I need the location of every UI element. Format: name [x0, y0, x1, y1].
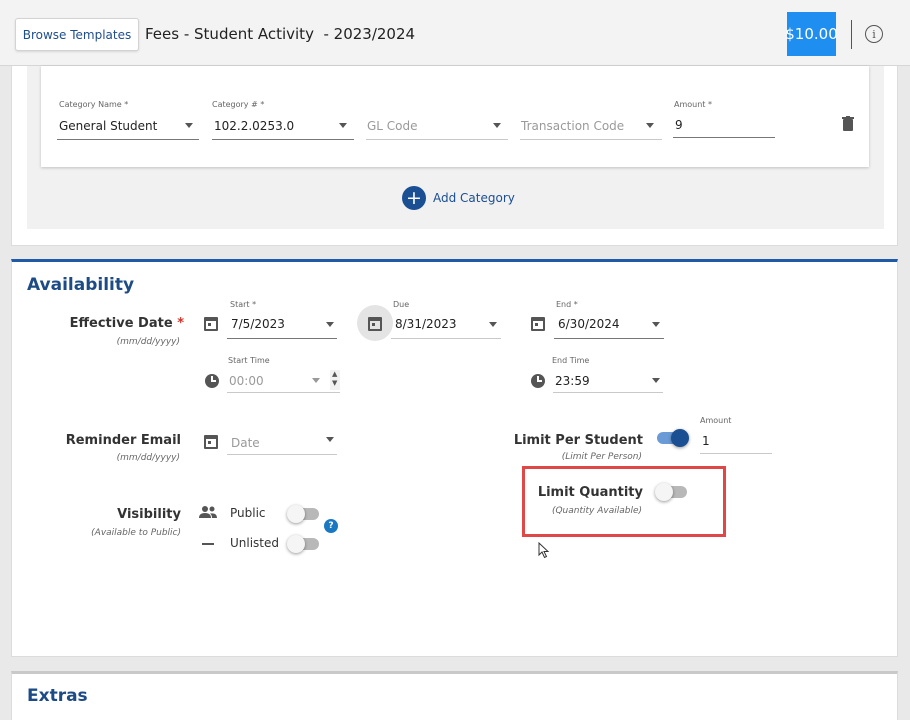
gl-code-select[interactable]: GL Code: [367, 119, 418, 133]
category-name-label: Category Name *: [59, 100, 129, 109]
required-mark: *: [177, 316, 184, 331]
category-row-card: [41, 66, 869, 167]
mouse-cursor-icon: [538, 542, 550, 559]
field-underline: [673, 137, 775, 138]
chevron-down-icon[interactable]: [646, 123, 654, 128]
field-underline: [391, 338, 501, 339]
calendar-icon[interactable]: [368, 317, 382, 331]
field-underline: [57, 139, 199, 140]
trash-icon[interactable]: [842, 116, 854, 131]
reminder-email-format: (mm/dd/yyyy): [116, 453, 180, 463]
amount-input[interactable]: 9: [675, 118, 683, 132]
end-date-label: End *: [556, 300, 578, 309]
chevron-down-icon[interactable]: [326, 322, 334, 327]
unlisted-toggle[interactable]: [287, 535, 319, 553]
chevron-down-icon[interactable]: [489, 322, 497, 327]
field-underline: [366, 139, 508, 140]
effective-date-label-text: Effective Date: [69, 316, 173, 331]
effective-date-format: (mm/dd/yyyy): [116, 337, 180, 347]
header-divider: [851, 20, 852, 49]
toggle-knob: [287, 535, 305, 553]
amount-label: Amount *: [674, 100, 712, 109]
limit-per-student-label: Limit Per Student: [513, 433, 643, 448]
start-date-label: Start *: [230, 300, 257, 309]
highlight-annotation: [522, 466, 726, 537]
unlisted-label: Unlisted: [230, 536, 280, 550]
visibility-sub: (Available to Public): [91, 528, 181, 538]
limit-per-student-sub: (Limit Per Person): [561, 452, 642, 462]
field-underline: [520, 139, 662, 140]
availability-title: Availability: [27, 275, 135, 295]
limit-per-student-toggle[interactable]: [657, 429, 689, 447]
browse-templates-button[interactable]: Browse Templates: [15, 18, 139, 51]
extras-title: Extras: [27, 686, 88, 706]
field-underline: [554, 338, 664, 339]
dash-icon: [202, 543, 214, 545]
field-underline: [553, 392, 663, 393]
public-toggle[interactable]: [287, 505, 319, 523]
start-date-input[interactable]: 7/5/2023: [231, 317, 285, 331]
add-category-icon[interactable]: +: [402, 186, 426, 210]
clock-icon: [531, 374, 545, 388]
chevron-down-icon[interactable]: [493, 123, 501, 128]
chevron-down-icon[interactable]: [652, 322, 660, 327]
extras-panel: [11, 671, 898, 720]
chevron-down-icon[interactable]: [339, 123, 347, 128]
field-underline: [227, 454, 337, 455]
calendar-icon[interactable]: [204, 317, 218, 331]
field-underline: [212, 139, 354, 140]
end-time-label: End Time: [552, 356, 590, 365]
chevron-down-icon[interactable]: [312, 378, 320, 383]
effective-date-label: Effective Date *: [60, 316, 184, 331]
category-number-label: Category # *: [212, 100, 265, 109]
reminder-date-input[interactable]: Date: [231, 436, 260, 450]
category-name-select[interactable]: General Student: [59, 119, 157, 133]
calendar-icon[interactable]: [204, 435, 218, 449]
category-number-select[interactable]: 102.2.0253.0: [214, 119, 294, 133]
chevron-down-icon[interactable]: [652, 378, 660, 383]
field-underline: [700, 453, 772, 454]
reminder-email-label: Reminder Email: [65, 433, 181, 448]
toggle-knob: [287, 505, 305, 523]
start-time-label: Start Time: [228, 356, 270, 365]
end-date-input[interactable]: 6/30/2024: [558, 317, 620, 331]
spinner-arrows-icon[interactable]: ▲ ▼: [332, 370, 337, 388]
chevron-down-icon[interactable]: [326, 437, 334, 442]
people-icon: [199, 506, 217, 518]
help-icon[interactable]: ?: [324, 519, 338, 533]
toggle-knob: [671, 429, 689, 447]
chevron-down-icon[interactable]: [185, 123, 193, 128]
transaction-code-select[interactable]: Transaction Code: [521, 119, 624, 133]
info-icon[interactable]: i: [865, 25, 883, 43]
field-underline: [227, 338, 337, 339]
due-date-label: Due: [393, 300, 410, 309]
calendar-icon[interactable]: [531, 317, 545, 331]
due-date-input[interactable]: 8/31/2023: [395, 317, 457, 331]
price-badge: $10.00: [785, 12, 838, 56]
public-label: Public: [230, 506, 266, 520]
end-time-input[interactable]: 23:59: [555, 374, 590, 388]
limit-amount-label: Amount: [700, 416, 732, 425]
clock-icon: [205, 374, 219, 388]
start-time-input[interactable]: 00:00: [229, 374, 264, 388]
limit-amount-input[interactable]: 1: [702, 434, 710, 448]
page-title: Fees - Student Activity - 2023/2024: [145, 25, 416, 43]
visibility-label: Visibility: [117, 507, 181, 522]
add-category-button[interactable]: Add Category: [433, 191, 515, 205]
field-underline: [227, 392, 340, 393]
